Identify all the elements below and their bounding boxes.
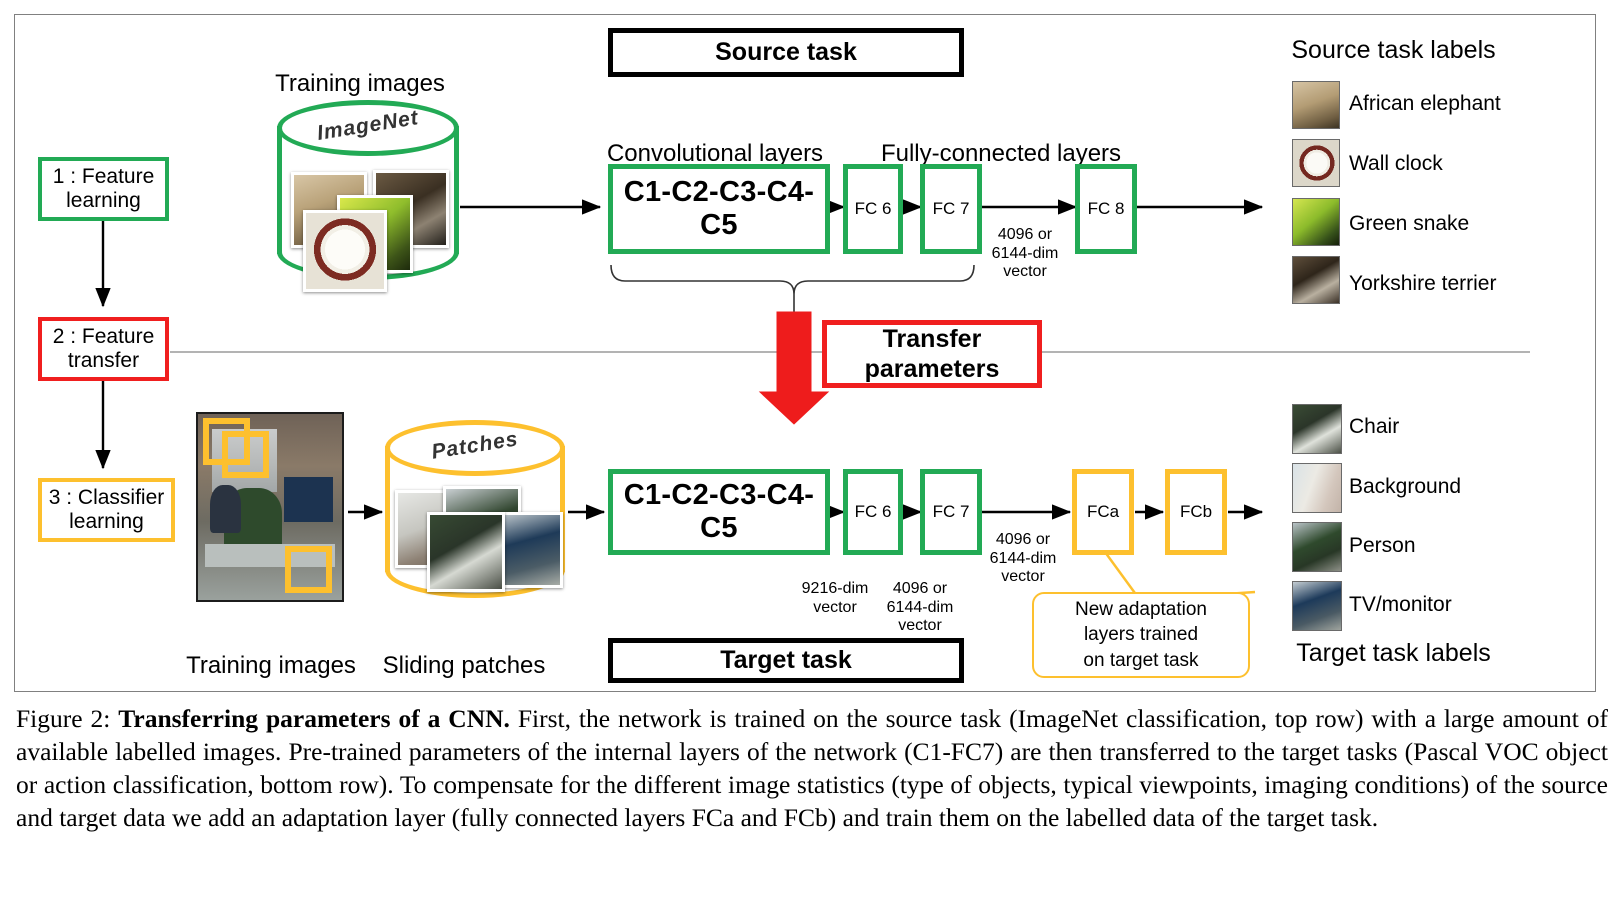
sliding-box-2 [222,431,269,478]
figure-2-transferring-parameters-cnn: 1 : Feature learning 2 : Feature transfe… [0,0,1620,924]
target-vector-label-fc7-fca: 4096 or 6144-dim vector [989,531,1057,586]
caption-figure-number: Figure 2: [16,704,111,733]
stage-label-3: 3 : Classifier learning [48,485,165,533]
patch-chair-photo [427,512,505,592]
source-label-green-snake: Green snake [1349,212,1470,235]
thumb-african-elephant [1292,81,1340,129]
target-layer-fca[interactable]: FCa [1072,469,1134,555]
source-vector-label-fc7-fc8: 4096 or 6144-dim vector [991,226,1059,281]
source-label-wall-clock: Wall clock [1349,152,1443,175]
figure-caption: Figure 2: Transferring parameters of a C… [16,702,1608,835]
clock-photo [303,210,387,292]
target-vector-label-9216: 9216-dim vector [801,580,869,616]
sliding-patches-label: Sliding patches [382,651,546,679]
transfer-parameters-banner: Transfer parameters [822,320,1042,388]
fully-connected-layers-group-label: Fully-connected layers [880,139,1122,167]
stage-box-classifier-learning[interactable]: 3 : Classifier learning [38,478,175,542]
target-layer-fcb[interactable]: FCb [1165,469,1227,555]
stage-box-feature-transfer[interactable]: 2 : Feature transfer [38,317,169,381]
thumb-background [1292,463,1342,513]
thumb-green-snake [1292,198,1340,246]
source-task-labels-panel: Source task labels African elephant Wall… [1267,26,1520,332]
target-task-banner: Target task [608,638,964,683]
target-task-labels-panel: Chair Background Person TV/monitor Targe… [1267,376,1520,680]
target-training-images-label: Training images [186,651,356,679]
source-training-images-label: Training images [275,69,445,97]
sliding-box-3 [285,546,332,593]
caption-title: Transferring parameters of a CNN. [118,704,510,733]
source-layer-fc8[interactable]: FC 8 [1075,164,1137,254]
target-vector-label-fc6-fc7: 4096 or 6144-dim vector [886,580,954,635]
stage-box-feature-learning[interactable]: 1 : Feature learning [38,157,169,221]
patches-database-cylinder: Patches [385,420,565,598]
target-layer-fc7[interactable]: FC 7 [920,469,982,555]
stage-label-1: 1 : Feature learning [52,164,155,212]
thumb-wall-clock [1292,139,1340,187]
target-layer-fc6[interactable]: FC 6 [843,469,903,555]
new-adaptation-layers-callout: New adaptation layers trained on target … [1032,592,1250,678]
source-task-banner: Source task [608,28,964,77]
source-layer-conv-block[interactable]: C1-C2-C3-C4-C5 [608,164,830,254]
convolutional-layers-group-label: Convolutional layers [606,139,824,167]
target-label-person: Person [1349,534,1416,557]
source-label-yorkshire-terrier: Yorkshire terrier [1349,272,1497,295]
thumb-person [1292,522,1342,572]
stage-label-2: 2 : Feature transfer [52,324,155,372]
target-label-tv-monitor: TV/monitor [1349,593,1452,616]
thumb-tv-monitor [1292,581,1342,631]
target-label-chair: Chair [1349,415,1400,438]
imagenet-database-cylinder: ImageNet [277,100,459,292]
thumb-yorkshire-terrier [1292,256,1340,304]
source-layer-fc6[interactable]: FC 6 [843,164,903,254]
source-label-african-elephant: African elephant [1349,92,1501,115]
source-panel-title: Source task labels [1291,36,1496,64]
source-layer-fc7[interactable]: FC 7 [920,164,982,254]
target-panel-title: Target task labels [1296,639,1491,667]
target-label-background: Background [1349,475,1462,498]
target-layer-conv-block[interactable]: C1-C2-C3-C4-C5 [608,469,830,555]
thumb-chair [1292,404,1342,454]
